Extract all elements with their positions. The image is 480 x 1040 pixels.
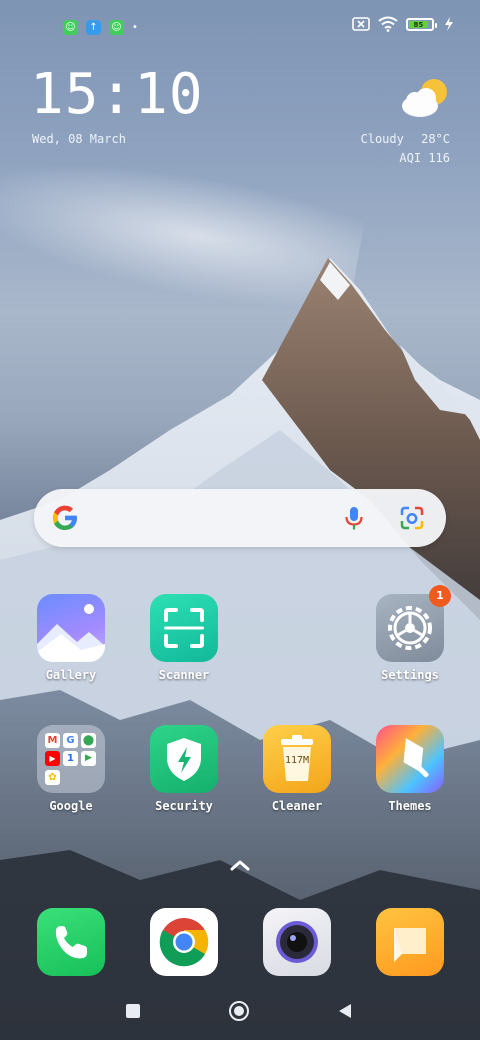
weather-condition: Cloudy — [360, 132, 404, 146]
sim-off-icon — [352, 17, 370, 31]
navigation-bar — [0, 990, 480, 1034]
weather-aqi: AQI 116 — [399, 151, 450, 165]
chrome-icon — [150, 908, 218, 976]
photos-icon: ✿ — [45, 769, 60, 785]
dock-camera[interactable] — [252, 908, 342, 976]
app-label: Gallery — [45, 668, 97, 682]
wallpaper-cloud — [0, 136, 368, 324]
app-folder-google[interactable]: M G ⬤ ▶ 1 ▶ ✿ Google — [26, 725, 116, 813]
weather-temperature: 28°C — [421, 132, 450, 146]
app-label: Security — [155, 799, 213, 813]
notification-badge: 1 — [429, 585, 451, 607]
security-icon — [150, 725, 218, 793]
google-icon — [52, 505, 77, 530]
phone-icon — [37, 908, 105, 976]
app-settings[interactable]: 1 Settings — [365, 585, 455, 682]
app-themes[interactable]: Themes — [365, 725, 455, 813]
recents-button[interactable] — [126, 1004, 140, 1018]
settings-icon: 1 — [376, 585, 451, 662]
app-cleaner[interactable]: 117M Cleaner — [252, 725, 342, 813]
android-icon: ☺ — [63, 20, 78, 35]
clock-date: Wed, 08 March — [32, 132, 126, 146]
charging-icon — [445, 17, 453, 31]
gallery-icon — [37, 594, 105, 662]
dock-phone[interactable] — [26, 908, 116, 976]
app-label: Themes — [388, 799, 432, 813]
app-label: Cleaner — [271, 799, 323, 813]
messages-icon — [376, 908, 444, 976]
themes-icon — [376, 725, 444, 793]
microphone-icon[interactable] — [340, 504, 368, 532]
google-search-bar[interactable] — [34, 489, 446, 547]
battery-icon: 85 — [406, 17, 437, 31]
clock-time[interactable]: 15:10 — [30, 62, 204, 127]
app-gallery[interactable]: Gallery — [26, 594, 116, 682]
one-icon: 1 — [63, 751, 78, 767]
camera-icon — [263, 908, 331, 976]
scanner-icon — [150, 594, 218, 662]
weather-widget[interactable]: Cloudy 28°C AQI 116 — [361, 130, 451, 168]
app-scanner[interactable]: Scanner — [139, 594, 229, 682]
folder-icon: M G ⬤ ▶ 1 ▶ ✿ — [37, 725, 105, 793]
app-label: Google — [49, 799, 93, 813]
chevron-up-icon[interactable] — [229, 858, 251, 872]
app-label: Settings — [381, 668, 439, 682]
android-icon: ☺ — [109, 20, 124, 35]
battery-level: 85 — [409, 20, 428, 29]
cleaner-icon: 117M — [263, 725, 331, 793]
gmail-icon: M — [45, 733, 60, 748]
more-notifications-icon: • — [132, 22, 138, 33]
cloudy-sun-icon[interactable] — [398, 76, 450, 120]
wifi-icon — [378, 16, 398, 32]
play-store-icon: ▶ — [81, 751, 96, 767]
lens-icon[interactable] — [398, 504, 426, 532]
dock-chrome[interactable] — [139, 908, 229, 976]
app-security[interactable]: Security — [139, 725, 229, 813]
google-icon: G — [63, 733, 78, 748]
dock-messages[interactable] — [365, 908, 455, 976]
maps-icon: ⬤ — [81, 733, 96, 748]
back-button[interactable] — [338, 1003, 352, 1019]
upload-arrow-icon: ↑ — [86, 20, 101, 35]
app-label: Scanner — [158, 668, 210, 682]
status-bar: ☺ ↑ ☺ • 85 — [0, 0, 480, 56]
youtube-icon: ▶ — [45, 751, 60, 767]
cleaner-value: 117M — [284, 755, 310, 766]
home-button[interactable] — [229, 1001, 249, 1021]
